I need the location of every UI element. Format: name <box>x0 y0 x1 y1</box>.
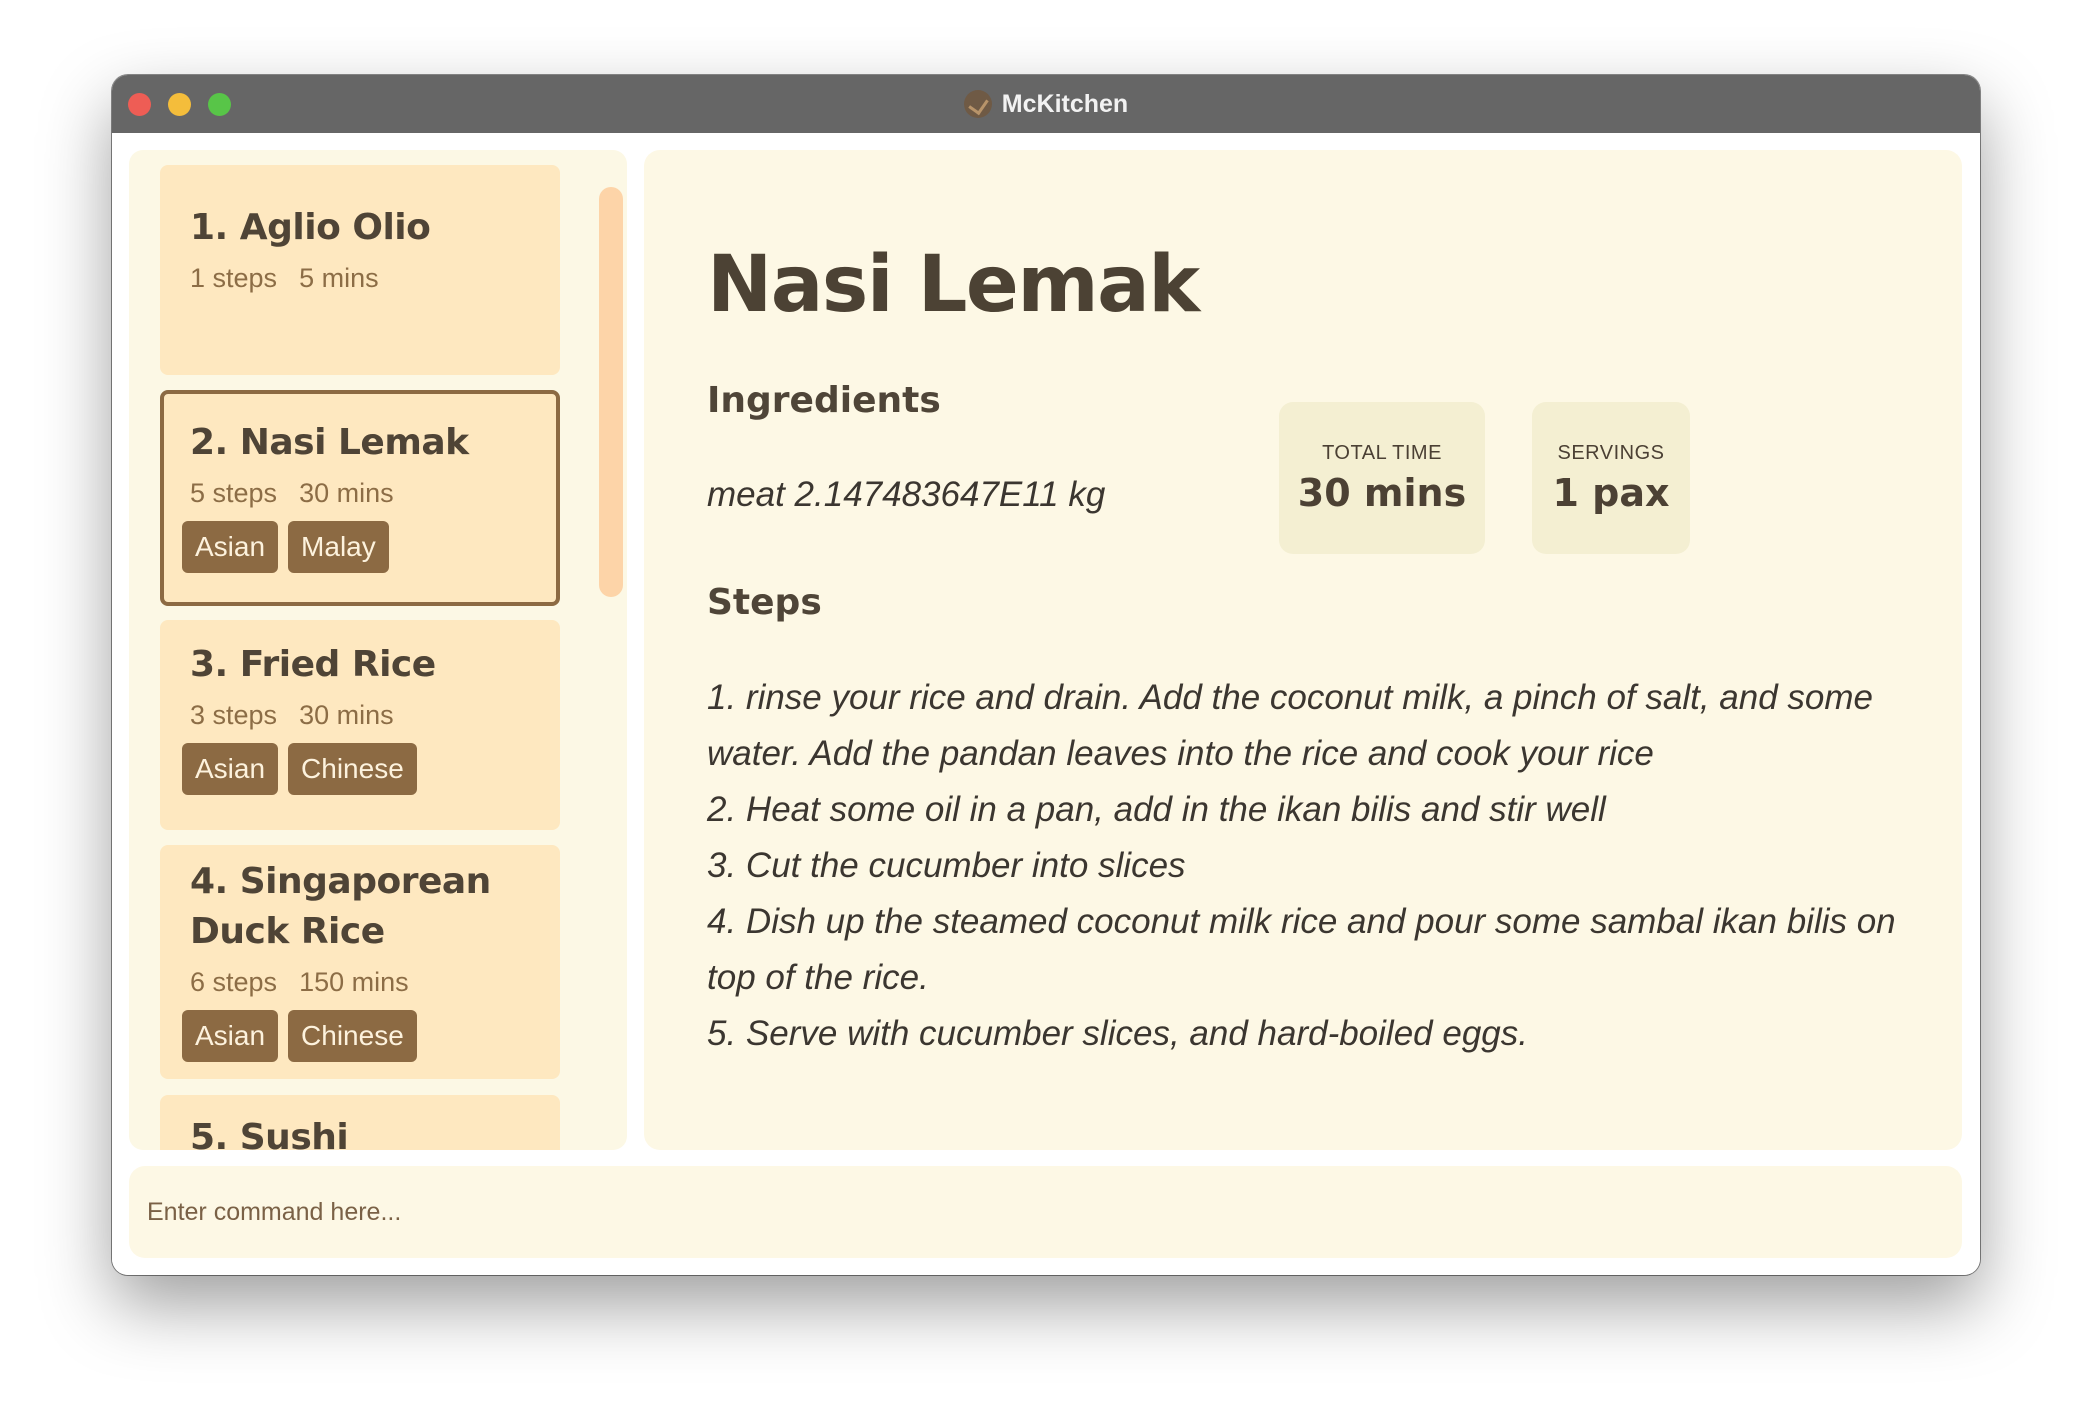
recipe-detail-panel: Nasi Lemak Ingredients meat 2.147483647E… <box>644 150 1962 1150</box>
step-item: 4. Dish up the steamed coconut milk rice… <box>707 902 1896 997</box>
total-time-box: TOTAL TIME 30 mins <box>1279 402 1485 554</box>
step-item: 5. Serve with cucumber slices, and hard-… <box>707 1014 1528 1053</box>
recipe-meta: 5 steps 30 mins <box>190 478 532 509</box>
recipe-meta: 3 steps 30 mins <box>190 700 532 731</box>
servings-label: SERVINGS <box>1557 441 1665 464</box>
app-logo-icon <box>963 90 992 118</box>
recipe-name: 3. Fried Rice <box>190 644 436 685</box>
tag-badge: Malay <box>288 521 389 573</box>
recipe-card-aglio-olio[interactable]: 1. Aglio Olio 1 steps 5 mins <box>160 165 560 375</box>
servings-box: SERVINGS 1 pax <box>1532 402 1690 554</box>
steps-list: 1. rinse your rice and drain. Add the co… <box>707 670 1907 1062</box>
recipe-meta: 1 steps 5 mins <box>190 263 532 294</box>
recipe-time: 30 mins <box>299 478 394 508</box>
recipe-tags: Asian Chinese <box>182 1010 532 1062</box>
recipe-list-panel: 1. Aglio Olio 1 steps 5 mins 2. Nasi Lem… <box>129 150 627 1150</box>
steps-heading: Steps <box>707 582 822 623</box>
recipe-card-singaporean-duck-rice[interactable]: 4. Singaporean Duck Rice 6 steps 150 min… <box>160 845 560 1079</box>
recipe-name: 4. Singaporean Duck Rice <box>190 861 491 952</box>
recipe-steps-count: 3 steps <box>190 700 278 730</box>
recipe-card-sushi[interactable]: 5. Sushi <box>160 1095 560 1150</box>
step-item: 3. Cut the cucumber into slices <box>707 846 1186 885</box>
recipe-steps-count: 5 steps <box>190 478 278 508</box>
tag-badge: Asian <box>182 743 279 795</box>
tag-badge: Asian <box>182 1010 279 1062</box>
step-item: 1. rinse your rice and drain. Add the co… <box>707 678 1873 773</box>
window-title-group: McKitchen <box>963 89 1129 119</box>
window-content: 1. Aglio Olio 1 steps 5 mins 2. Nasi Lem… <box>112 133 1980 1275</box>
minimize-window-button[interactable] <box>168 93 191 116</box>
ingredient-item: meat 2.147483647E11 kg <box>707 475 1106 514</box>
tag-badge: Asian <box>182 521 279 573</box>
recipe-time: 30 mins <box>299 700 394 730</box>
command-box <box>129 1166 1962 1258</box>
maximize-window-button[interactable] <box>208 93 231 116</box>
recipe-steps-count: 6 steps <box>190 967 278 997</box>
title-bar: McKitchen <box>112 75 1980 133</box>
recipe-tags: Asian Chinese <box>182 743 532 795</box>
tag-badge: Chinese <box>288 743 417 795</box>
close-window-button[interactable] <box>128 93 151 116</box>
servings-value: 1 pax <box>1552 470 1670 515</box>
total-time-value: 30 mins <box>1297 470 1467 515</box>
command-input[interactable] <box>147 1197 1962 1227</box>
recipe-card-fried-rice[interactable]: 3. Fried Rice 3 steps 30 mins Asian Chin… <box>160 620 560 830</box>
recipe-card-nasi-lemak[interactable]: 2. Nasi Lemak 5 steps 30 mins Asian Mala… <box>160 390 560 606</box>
app-window: McKitchen 1. Aglio Olio 1 steps 5 mins 2… <box>112 75 1980 1275</box>
recipe-name: 1. Aglio Olio <box>190 207 431 248</box>
ingredients-heading: Ingredients <box>707 380 941 421</box>
window-title: McKitchen <box>1001 89 1129 118</box>
recipe-meta: 6 steps 150 mins <box>190 967 532 998</box>
recipe-title: Nasi Lemak <box>707 240 1200 330</box>
recipe-tags: Asian Malay <box>182 521 532 573</box>
total-time-label: TOTAL TIME <box>1322 441 1442 464</box>
tag-badge: Chinese <box>288 1010 417 1062</box>
recipe-name: 5. Sushi <box>190 1117 349 1150</box>
recipe-list-scrollbar[interactable] <box>599 187 623 597</box>
step-item: 2. Heat some oil in a pan, add in the ik… <box>707 790 1606 829</box>
recipe-time: 5 mins <box>299 263 379 293</box>
recipe-time: 150 mins <box>299 967 409 997</box>
recipe-steps-count: 1 steps <box>190 263 278 293</box>
recipe-name: 2. Nasi Lemak <box>190 422 469 463</box>
